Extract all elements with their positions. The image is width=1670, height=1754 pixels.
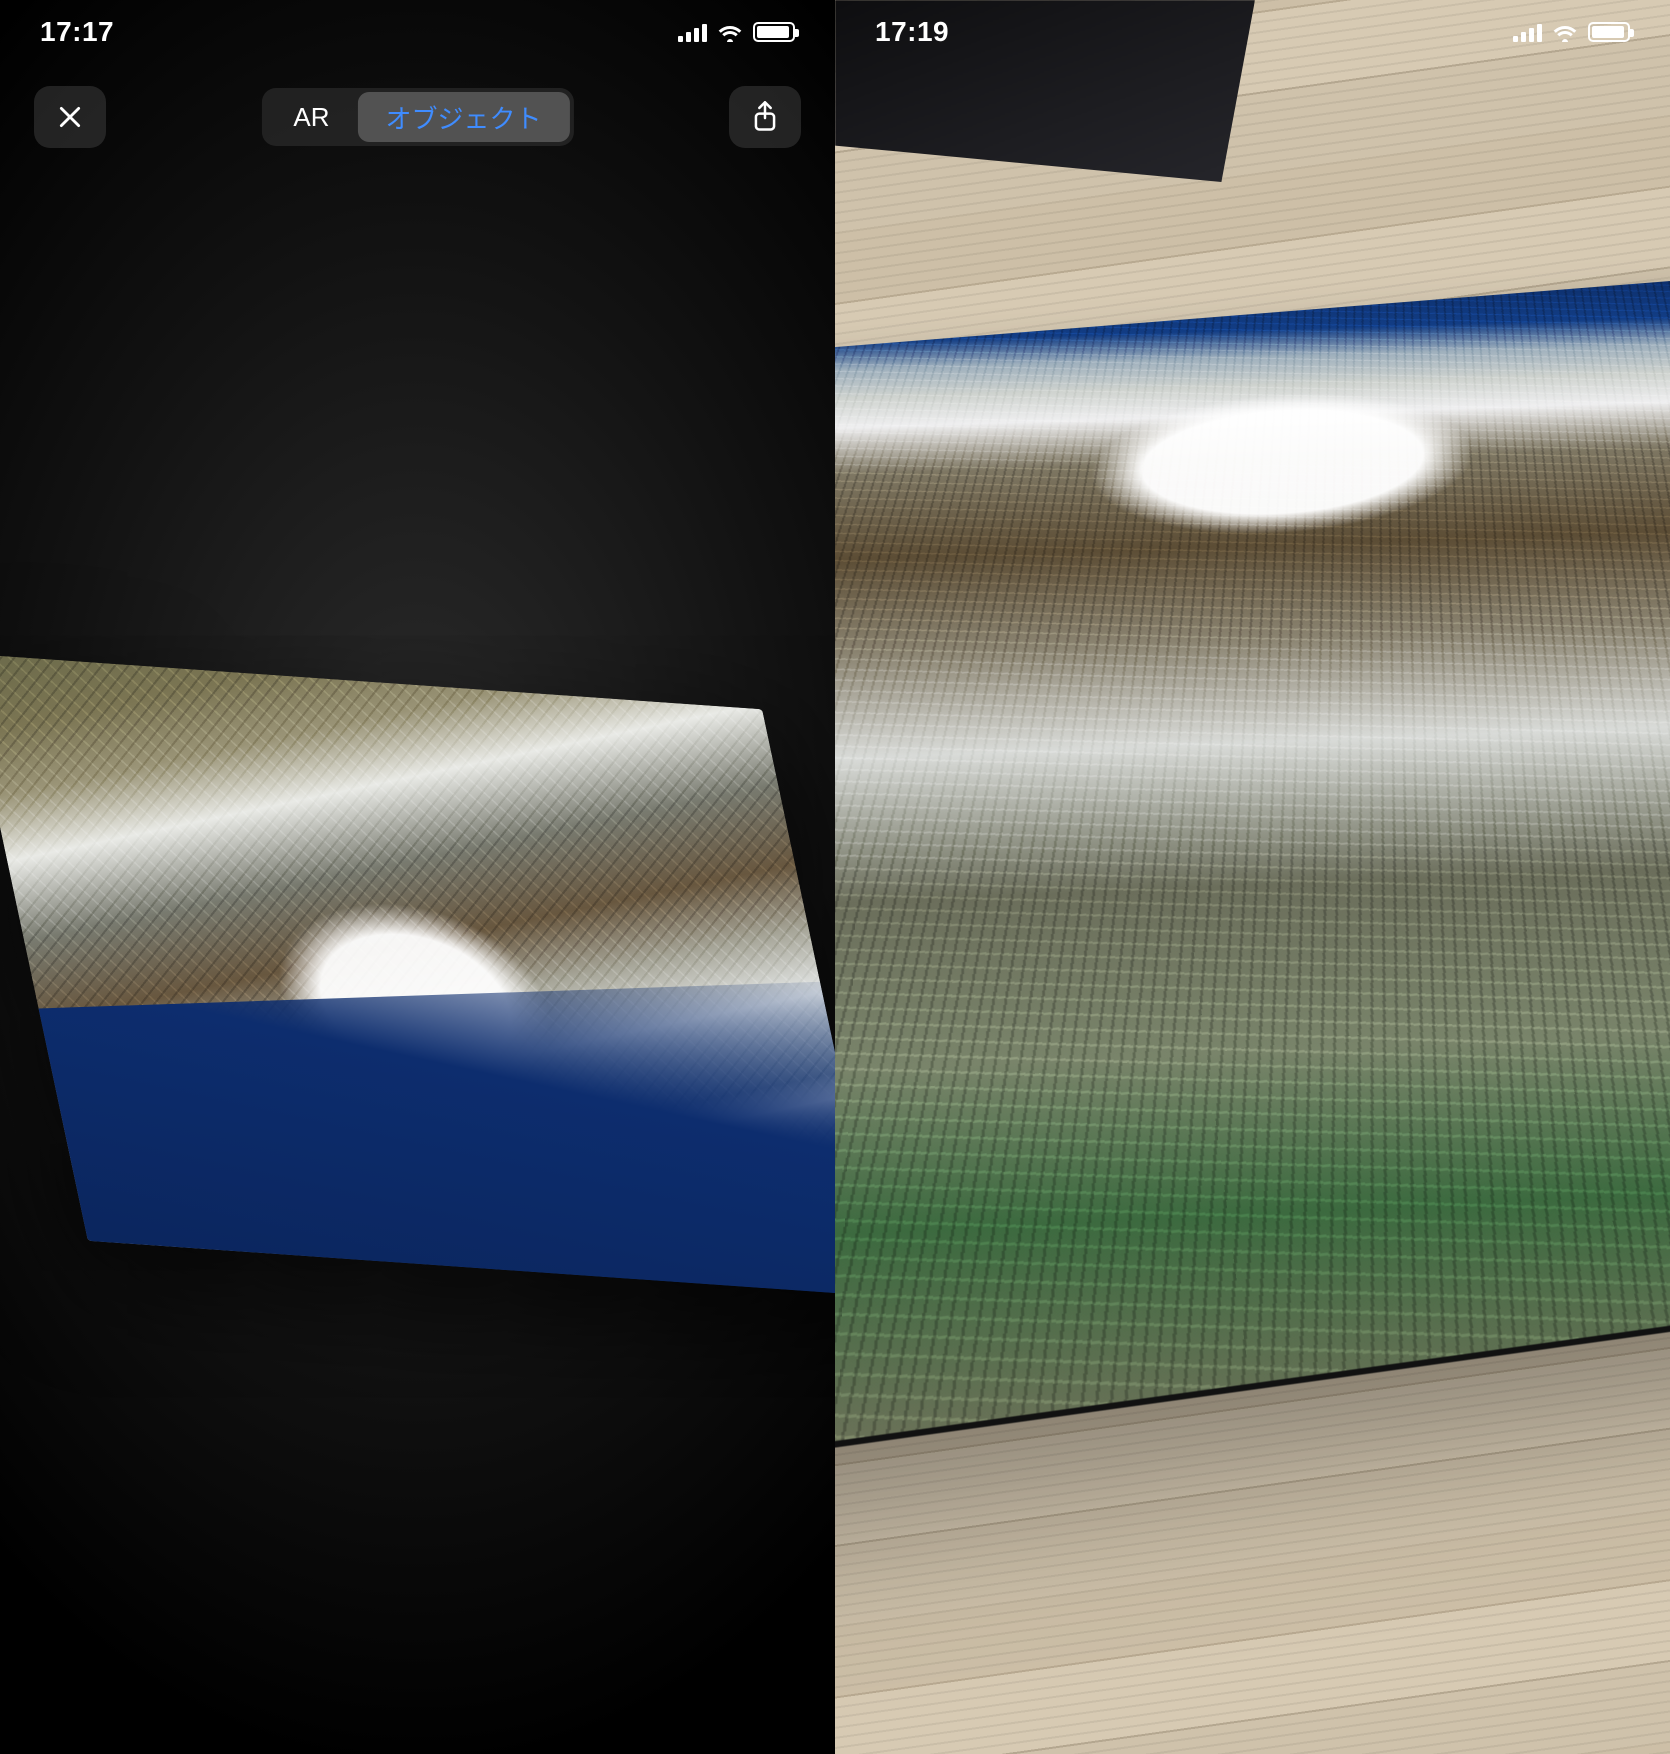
cellular-signal-icon	[1513, 22, 1542, 42]
status-bar: 17:19	[835, 0, 1670, 64]
share-button[interactable]	[729, 86, 801, 148]
terrain-ar-placement[interactable]	[835, 278, 1670, 1476]
segment-object-label: オブジェクト	[386, 99, 542, 136]
wifi-icon	[1552, 22, 1578, 42]
segment-ar[interactable]: AR	[265, 92, 357, 142]
segment-ar-label: AR	[293, 102, 329, 133]
battery-icon	[753, 22, 795, 42]
mode-segmented-control: AR オブジェクト	[261, 88, 573, 146]
phone-screenshot-object-mode: 17:17 AR オブジェクト	[0, 0, 835, 1754]
status-icons	[678, 22, 795, 42]
terrain-3d-preview[interactable]	[0, 653, 835, 1296]
quicklook-toolbar: AR オブジェクト	[0, 80, 835, 154]
segment-object[interactable]: オブジェクト	[358, 92, 570, 142]
status-time: 17:17	[40, 16, 114, 48]
battery-icon	[1588, 22, 1630, 42]
status-time: 17:19	[875, 16, 949, 48]
cellular-signal-icon	[678, 22, 707, 42]
phone-screenshot-ar-mode: 17:19	[835, 0, 1670, 1754]
share-icon	[751, 100, 779, 134]
wifi-icon	[717, 22, 743, 42]
status-bar: 17:17	[0, 0, 835, 64]
status-icons	[1513, 22, 1630, 42]
close-button[interactable]	[34, 86, 106, 148]
close-icon	[57, 104, 83, 130]
